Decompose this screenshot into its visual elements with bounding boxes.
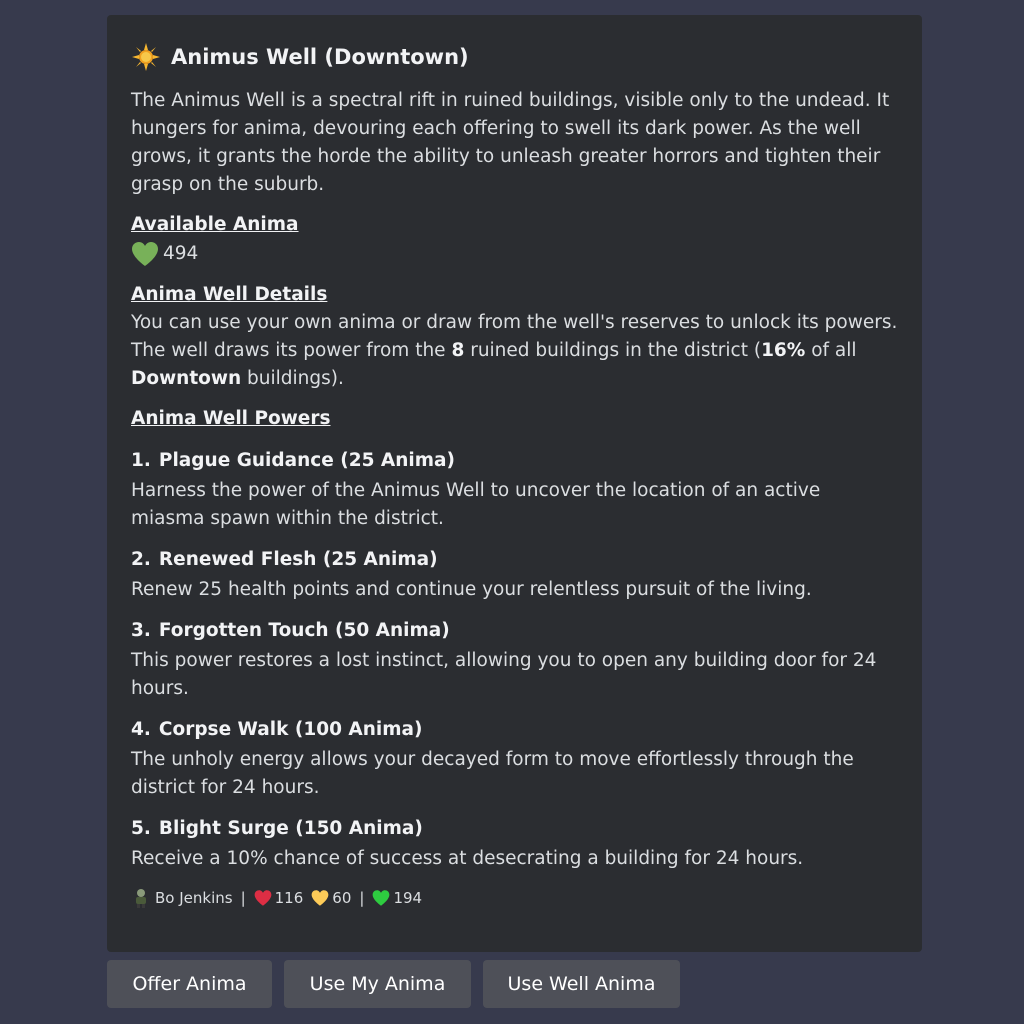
player-name: Bo Jenkins: [155, 889, 233, 907]
district-name: Downtown: [131, 368, 242, 389]
details-text-2: ruined buildings in the district (: [464, 340, 762, 361]
embed-title: Animus Well (Downtown): [171, 45, 469, 69]
player-gold: 60: [332, 889, 352, 907]
power-item: 1. Plague Guidance (25 Anima) Harness the…: [131, 447, 898, 533]
power-number: 3.: [131, 620, 151, 641]
details-text-3: of all: [805, 340, 857, 361]
use-well-anima-button[interactable]: Use Well Anima: [483, 960, 680, 1008]
available-anima-value: 494: [163, 243, 199, 264]
power-title: 5. Blight Surge (150 Anima): [131, 815, 898, 843]
action-buttons: Offer Anima Use My Anima Use Well Anima: [107, 960, 680, 1008]
power-description: Receive a 10% chance of success at desec…: [131, 848, 804, 869]
power-item: 2. Renewed Flesh (25 Anima) Renew 25 heal…: [131, 546, 898, 604]
power-name: Corpse Walk (100 Anima): [158, 719, 423, 740]
footer-separator: |: [359, 889, 365, 907]
yellow-heart-icon: [311, 890, 329, 906]
sun-icon: [132, 43, 160, 71]
power-title: 1. Plague Guidance (25 Anima): [131, 447, 898, 475]
power-description: This power restores a lost instinct, all…: [131, 650, 877, 699]
power-number: 2.: [131, 549, 151, 570]
available-anima: 494: [131, 239, 898, 269]
power-description: Harness the power of the Animus Well to …: [131, 480, 821, 529]
building-percent: 16%: [761, 340, 806, 361]
red-heart-icon: [254, 890, 271, 906]
power-list: 1. Plague Guidance (25 Anima) Harness the…: [131, 447, 898, 873]
power-item: 5. Blight Surge (150 Anima) Receive a 10%…: [131, 815, 898, 873]
embed-card: Animus Well (Downtown) The Animus Well i…: [107, 15, 922, 952]
power-number: 4.: [131, 719, 151, 740]
power-title: 3. Forgotten Touch (50 Anima): [131, 617, 898, 645]
power-title: 2. Renewed Flesh (25 Anima): [131, 546, 898, 574]
well-details-text: You can use your own anima or draw from …: [131, 309, 898, 393]
power-title: 4. Corpse Walk (100 Anima): [131, 716, 898, 744]
player-anima: 194: [393, 889, 423, 907]
power-description: The unholy energy allows your decayed fo…: [131, 749, 854, 798]
green-heart-icon: [373, 890, 390, 906]
embed-footer: Bo Jenkins | 116 60 | 194: [131, 887, 898, 909]
power-item: 3. Forgotten Touch (50 Anima) This power …: [131, 617, 898, 703]
well-powers-heading: Anima Well Powers: [131, 408, 331, 429]
power-description: Renew 25 health points and continue your…: [131, 579, 812, 600]
power-name: Plague Guidance (25 Anima): [158, 450, 455, 471]
use-my-anima-button[interactable]: Use My Anima: [284, 960, 471, 1008]
available-anima-heading: Available Anima: [131, 214, 299, 235]
embed-description: The Animus Well is a spectral rift in ru…: [131, 90, 890, 195]
power-name: Renewed Flesh (25 Anima): [158, 549, 438, 570]
building-count: 8: [451, 340, 465, 361]
well-details-heading: Anima Well Details: [131, 284, 328, 305]
player-health: 116: [274, 889, 304, 907]
power-name: Blight Surge (150 Anima): [158, 818, 423, 839]
footer-separator: |: [240, 889, 246, 907]
power-item: 4. Corpse Walk (100 Anima) The unholy ene…: [131, 716, 898, 802]
power-number: 5.: [131, 818, 151, 839]
zombie-icon: [136, 889, 146, 908]
power-name: Forgotten Touch (50 Anima): [158, 620, 450, 641]
offer-anima-button[interactable]: Offer Anima: [107, 960, 272, 1008]
power-number: 1.: [131, 450, 151, 471]
details-text-4: buildings).: [241, 368, 344, 389]
embed-header: Animus Well (Downtown): [131, 39, 898, 75]
green-heart-icon: [132, 242, 158, 266]
